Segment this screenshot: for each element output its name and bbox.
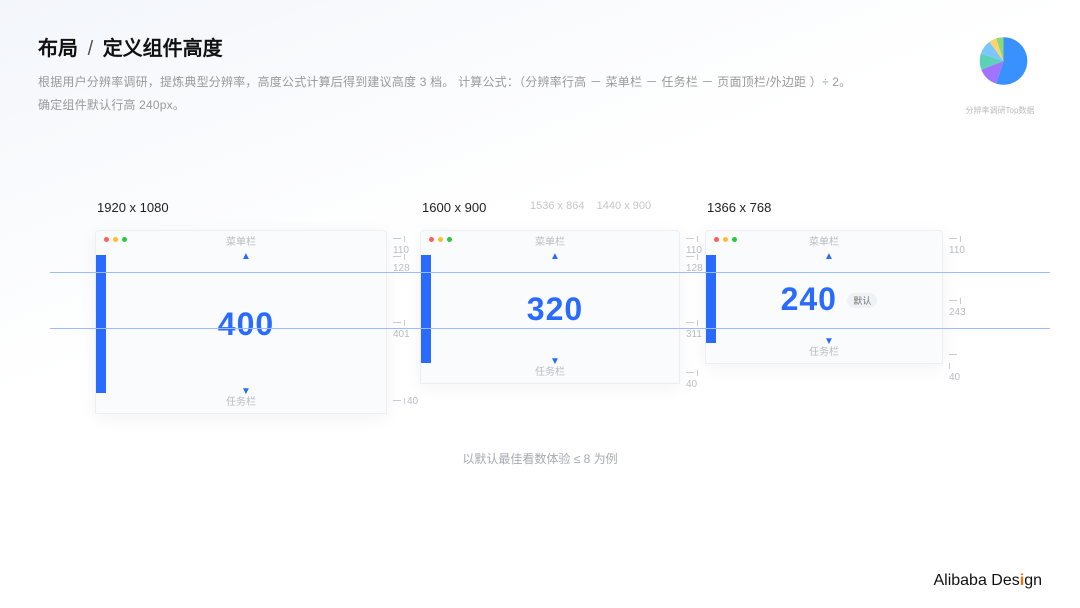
arrow-up-icon: ▲ bbox=[550, 251, 560, 262]
breadcrumb-prefix: 布局 bbox=[38, 38, 78, 60]
recommended-height: 400 bbox=[218, 306, 274, 343]
mock-window-2: 菜单栏 ▲ 320 ▼ 任务栏 bbox=[420, 230, 680, 384]
dim-topbar: 128 bbox=[686, 252, 705, 274]
sidebar-strip bbox=[706, 255, 716, 343]
default-badge: 默认 bbox=[847, 293, 877, 308]
dim-taskbar: 40 bbox=[949, 350, 960, 383]
dim-taskbar: 40 bbox=[686, 368, 705, 390]
guideline-top bbox=[50, 272, 1050, 273]
inactive-res-b: 1440 x 900 bbox=[597, 200, 651, 212]
page-subtitle: 根据用户分辨率调研，提炼典型分辨率，高度公式计算后得到建议高度 3 档。 计算公… bbox=[38, 71, 920, 117]
dim-content: 311 bbox=[686, 318, 705, 340]
dim-topbar: 128 bbox=[393, 252, 420, 274]
dim-menubar: 110 bbox=[949, 234, 965, 256]
content-area: ▲ 400 ▼ bbox=[106, 255, 386, 393]
brand-post: gn bbox=[1024, 572, 1042, 589]
arrow-up-icon: ▲ bbox=[824, 251, 834, 262]
taskbar-label: 任务栏 bbox=[706, 343, 942, 363]
resolution-label: 1600 x 900 bbox=[422, 200, 486, 215]
resolution-label: 1366 x 768 bbox=[707, 200, 771, 215]
taskbar-label: 任务栏 bbox=[421, 363, 679, 383]
breadcrumb-separator: / bbox=[84, 38, 98, 60]
resolution-pie-chart: 分辨率调研Top数据 bbox=[950, 26, 1050, 116]
pie-chart-svg bbox=[955, 26, 1045, 96]
mock-window-3: 菜单栏 ▲ 240 默认 ▼ 任务栏 bbox=[705, 230, 943, 364]
subtitle-line-1: 根据用户分辨率调研，提炼典型分辨率，高度公式计算后得到建议高度 3 档。 计算公… bbox=[38, 75, 851, 89]
page-title: 布局 / 定义组件高度 bbox=[38, 32, 920, 61]
recommended-height: 240 bbox=[781, 281, 837, 317]
slide-header: 布局 / 定义组件高度 根据用户分辨率调研，提炼典型分辨率，高度公式计算后得到建… bbox=[38, 32, 920, 117]
dim-taskbar: 40 bbox=[393, 396, 418, 407]
dim-content: 243 bbox=[949, 296, 966, 318]
dim-content: 401 bbox=[393, 318, 420, 340]
sidebar-strip bbox=[96, 255, 106, 393]
arrow-up-icon: ▲ bbox=[241, 251, 251, 262]
recommended-height: 320 bbox=[527, 291, 583, 328]
brand-logo: Alibaba Design bbox=[933, 572, 1042, 590]
subtitle-line-2: 确定组件默认行高 240px。 bbox=[38, 98, 185, 112]
breadcrumb-title: 定义组件高度 bbox=[103, 38, 223, 60]
inactive-resolutions: 1536 x 864 1440 x 900 bbox=[530, 200, 651, 212]
taskbar-label: 任务栏 bbox=[96, 393, 386, 413]
guideline-bottom bbox=[50, 328, 1050, 329]
window-body: ▲ 400 ▼ bbox=[96, 255, 386, 393]
resolution-label: 1920 x 1080 bbox=[97, 200, 169, 215]
footnote: 以默认最佳看数体验 ≤ 8 为例 bbox=[0, 450, 1080, 467]
pie-caption: 分辨率调研Top数据 bbox=[950, 105, 1050, 116]
content-area: ▲ 240 默认 ▼ bbox=[716, 255, 942, 343]
brand-pre: Alibaba Des bbox=[933, 572, 1019, 589]
mock-window-1: 菜单栏 ▲ 400 ▼ 任务栏 bbox=[95, 230, 387, 414]
window-body: ▲ 240 默认 ▼ bbox=[706, 255, 942, 343]
inactive-res-a: 1536 x 864 bbox=[530, 200, 584, 212]
